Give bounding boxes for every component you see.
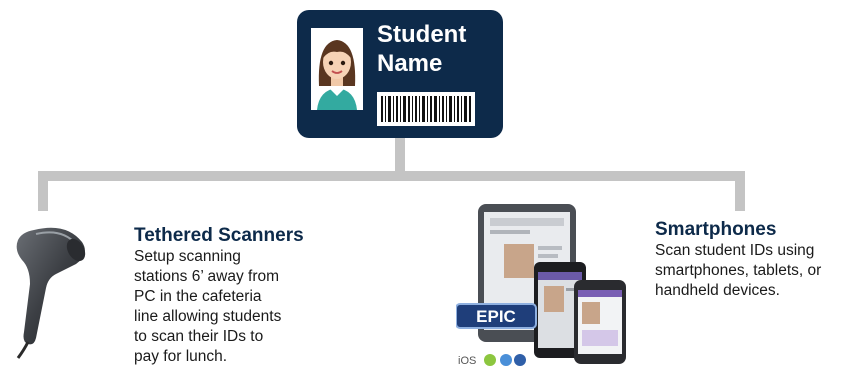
barcode-icon bbox=[377, 92, 475, 126]
chrome-logo bbox=[500, 354, 512, 366]
student-avatar-icon bbox=[311, 28, 363, 110]
smartphones-text: Scan student IDs using smartphones, tabl… bbox=[655, 242, 822, 299]
student-name-label: Student Name bbox=[377, 21, 467, 77]
connector-horizontal bbox=[38, 171, 745, 181]
handheld-barcode-scanner-icon bbox=[16, 227, 86, 359]
epic-badge-label: EPIC bbox=[476, 307, 516, 326]
ios-logo: iOS bbox=[458, 355, 476, 367]
tablet-smartphones-icon: EPIC iOS bbox=[456, 204, 626, 367]
student-id-card: Student Name bbox=[297, 10, 503, 138]
smartphones-block: Smartphones Scan student IDs using smart… bbox=[655, 218, 860, 301]
tethered-scanners-title: Tethered Scanners bbox=[134, 225, 304, 246]
connector-right-drop bbox=[735, 171, 745, 211]
tethered-scanners-block: Tethered Scanners Setup scanning station… bbox=[134, 224, 364, 367]
android-logo bbox=[484, 354, 496, 366]
connector-left-drop bbox=[38, 171, 48, 211]
bluetooth-logo bbox=[514, 354, 526, 366]
smartphones-title: Smartphones bbox=[655, 219, 777, 240]
tethered-scanners-text: Setup scanning stations 6’ away from PC … bbox=[134, 248, 282, 365]
